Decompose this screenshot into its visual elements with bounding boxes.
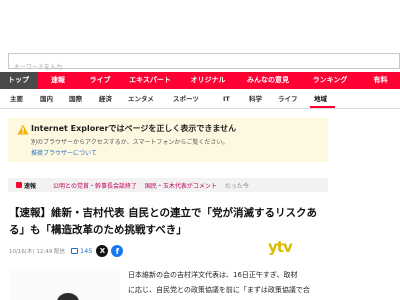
breaking-label: 速報 [24, 183, 37, 190]
article-body: 日本維新の会の吉村洋文代表は、16日正午すぎ、取材 に応じ、自民党との政策協議を… [128, 268, 331, 298]
article-date: 10/16(木) 12:49 配信 [9, 249, 65, 255]
article-title: 【速報】維新・吉村代表 自民との連立で「党が消滅するリスクある」も「構造改革のた… [9, 207, 318, 236]
search-box[interactable] [8, 53, 400, 75]
breaking-item-link[interactable]: 国民・玉木代表がコメント [145, 183, 217, 190]
recommended-browsers-link[interactable]: 推奨ブラウザーについて [31, 148, 97, 157]
ie-warning-text: 別のブラウザーからアクセスするか、スマートフォンからご覧ください。 [31, 139, 229, 146]
category-it[interactable]: IT [223, 89, 230, 109]
article-body-line: 日本維新の会の吉村洋文代表は、16日正午すぎ、取材 [128, 271, 298, 279]
comment-count[interactable]: 145 [80, 247, 92, 255]
warning-icon [17, 124, 29, 135]
ie-warning-banner: Internet Explorerではページを正しく表示できません 別のブラウザ… [8, 118, 328, 162]
category-nav: 主要 国内 国際 経済 エンタメ スポーツ IT 科学 ライフ 地域 [0, 89, 400, 109]
person-photo [57, 293, 79, 300]
ie-warning-title: Internet Explorerではページを正しく表示できません [31, 124, 237, 133]
article-meta: 10/16(木) 12:49 配信 145 X f [9, 244, 124, 258]
category-life[interactable]: ライフ [278, 89, 298, 109]
tab-live[interactable]: ライブ [79, 72, 121, 89]
x-share-icon[interactable]: X [96, 245, 109, 257]
tab-ranking[interactable]: ランキング [299, 72, 361, 89]
article-photo [10, 269, 120, 300]
article-body-line: に応じ、自民党との政策協議を前に「まずは政策協議で合 [128, 286, 310, 294]
tab-breaking[interactable]: 速報 [37, 72, 79, 89]
breaking-icon [16, 182, 22, 188]
category-science[interactable]: 科学 [249, 89, 262, 109]
source-logo: ytv [268, 238, 293, 256]
tab-opinions[interactable]: みんなの意見 [237, 72, 299, 89]
breaking-news-bar: 速報 公明との党首・幹事長会談終了 国民・玉木代表がコメント たった今 [8, 178, 328, 192]
breaking-item-link[interactable]: 公明との党首・幹事長会談終了 [53, 183, 137, 190]
comment-icon[interactable] [71, 248, 78, 254]
category-main[interactable]: 主要 [10, 89, 23, 109]
category-business[interactable]: 経済 [99, 89, 112, 109]
category-domestic[interactable]: 国内 [40, 89, 53, 109]
tab-expert[interactable]: エキスパート [121, 72, 179, 89]
tab-paid[interactable]: 有料 [361, 72, 400, 89]
active-category-underline [310, 106, 335, 108]
breaking-timestamp: たった今 [224, 183, 249, 190]
category-world[interactable]: 国際 [69, 89, 82, 109]
tab-original[interactable]: オリジナル [179, 72, 237, 89]
facebook-share-icon[interactable]: f [111, 245, 124, 257]
category-entertainment[interactable]: エンタメ [128, 89, 154, 109]
category-sports[interactable]: スポーツ [173, 89, 199, 109]
tab-top[interactable]: トップ [0, 72, 37, 89]
main-nav: トップ 速報 ライブ エキスパート オリジナル みんなの意見 ランキング 有料 [0, 72, 400, 89]
